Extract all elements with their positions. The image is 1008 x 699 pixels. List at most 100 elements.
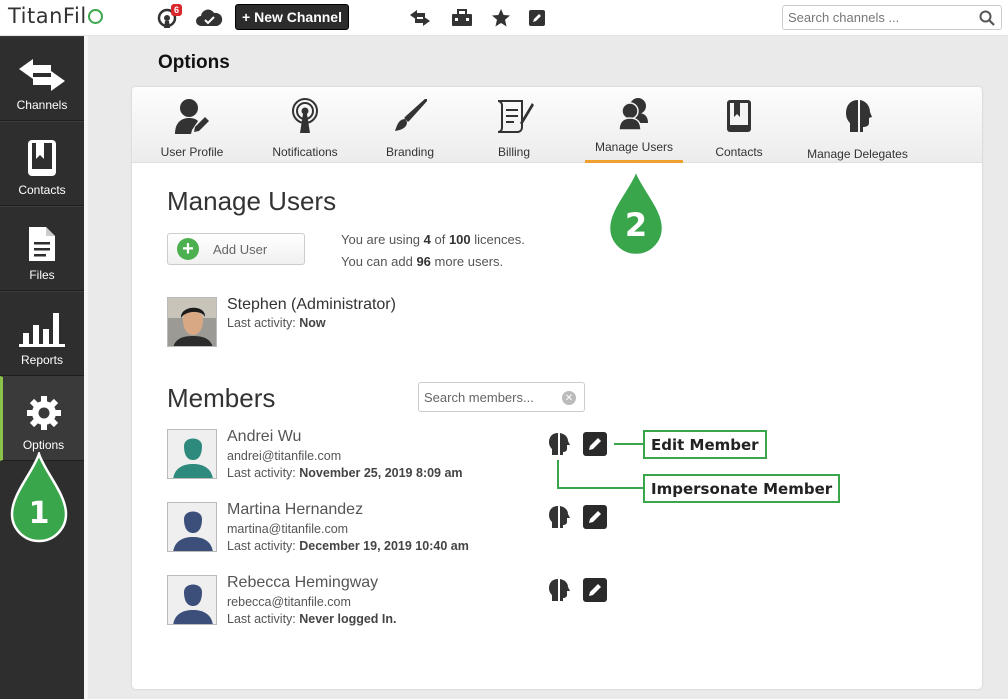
tab-label: Contacts xyxy=(715,145,763,159)
notification-badge: 6 xyxy=(170,4,182,16)
options-tabs: User Profile Notifications Branding Bill… xyxy=(132,87,982,163)
edit-square-icon xyxy=(529,10,545,26)
plus-icon: + xyxy=(177,238,199,260)
impersonate-member-callout: Impersonate Member xyxy=(643,474,841,503)
arrows-icon xyxy=(19,59,65,91)
edit-member-button[interactable] xyxy=(583,578,607,602)
logo-ring-icon xyxy=(87,9,103,24)
licence-remaining-text: You can add 96 more users. xyxy=(341,254,504,269)
tab-manage-delegates[interactable]: Manage Delegates xyxy=(800,87,915,163)
contacts-book-icon xyxy=(727,100,751,132)
member-email: rebecca@titanfile.com xyxy=(227,595,351,609)
users-icon xyxy=(618,97,648,131)
member-name: Rebecca Hemingway xyxy=(227,574,379,591)
sidebar-item-options[interactable]: Options xyxy=(0,376,84,461)
user-edit-icon xyxy=(175,99,209,134)
members-heading: Members xyxy=(167,383,276,413)
person-photo-icon xyxy=(168,298,216,346)
edit-member-button[interactable] xyxy=(583,432,607,456)
sidebar-item-contacts[interactable]: Contacts xyxy=(0,121,84,206)
compose-button[interactable] xyxy=(524,6,550,30)
search-icon[interactable] xyxy=(979,10,995,26)
tab-contacts[interactable]: Contacts xyxy=(704,87,774,163)
member-last-activity: Last activity: December 19, 2019 10:40 a… xyxy=(227,539,469,553)
top-bar: TitanFil 6 + New Channel xyxy=(0,0,1008,36)
cloud-sync-button[interactable] xyxy=(194,6,224,30)
search-channels-box xyxy=(782,5,1002,30)
toolbox-button[interactable] xyxy=(449,6,475,30)
page-title: Options xyxy=(158,52,230,73)
tab-branding[interactable]: Branding xyxy=(370,87,450,163)
sidebar-item-channels[interactable]: Channels xyxy=(0,36,84,121)
callout-connector xyxy=(557,460,559,489)
step-1-marker: 1 xyxy=(10,450,68,544)
favorites-button[interactable] xyxy=(488,6,514,30)
paintbrush-icon xyxy=(395,99,427,131)
step-2-marker: 2 xyxy=(607,166,665,258)
pencil-icon xyxy=(589,511,601,523)
person-silhouette-icon xyxy=(168,430,216,478)
contacts-book-icon xyxy=(28,140,56,176)
tab-label: Notifications xyxy=(272,145,338,159)
toolbox-icon xyxy=(452,9,472,26)
callout-connector xyxy=(614,443,644,445)
person-silhouette-icon xyxy=(168,503,216,551)
member-last-activity: Last activity: Never logged In. xyxy=(227,612,397,626)
member-name: Martina Hernandez xyxy=(227,501,364,518)
edit-member-button[interactable] xyxy=(583,505,607,529)
tab-label: User Profile xyxy=(160,145,224,159)
tab-billing[interactable]: Billing xyxy=(474,87,554,163)
member-name: Andrei Wu xyxy=(227,428,302,445)
impersonate-member-button[interactable] xyxy=(548,505,570,529)
options-card: User Profile Notifications Branding Bill… xyxy=(132,87,982,689)
callout-connector xyxy=(557,487,644,489)
add-user-button[interactable]: + Add User xyxy=(167,233,305,265)
cloud-check-icon xyxy=(196,9,223,26)
sidebar-item-files[interactable]: Files xyxy=(0,206,84,291)
bar-chart-icon xyxy=(19,313,65,347)
sidebar: Channels Contacts Files Reports Options xyxy=(0,36,84,699)
member-email: andrei@titanfile.com xyxy=(227,449,342,463)
sidebar-label: Files xyxy=(29,268,55,282)
step-2-number: 2 xyxy=(624,206,648,244)
tab-notifications[interactable]: Notifications xyxy=(260,87,350,163)
sidebar-label: Reports xyxy=(20,353,64,367)
sidebar-item-reports[interactable]: Reports xyxy=(0,291,84,376)
logo[interactable]: TitanFil xyxy=(8,4,103,28)
new-channel-button[interactable]: + New Channel xyxy=(235,4,349,30)
edit-member-callout: Edit Member xyxy=(643,430,767,459)
clear-search-icon[interactable]: ✕ xyxy=(562,391,576,405)
tab-label: Billing xyxy=(497,145,530,159)
add-user-label: Add User xyxy=(213,241,268,257)
person-silhouette-icon xyxy=(168,576,216,624)
pencil-icon xyxy=(589,438,601,450)
member-avatar xyxy=(167,575,217,625)
tab-label: Manage Users xyxy=(584,140,684,163)
star-icon xyxy=(492,9,510,27)
notifications-button[interactable]: 6 xyxy=(154,4,182,30)
search-members-box: ✕ xyxy=(418,382,585,412)
head-profile-icon xyxy=(845,100,872,132)
sidebar-label: Contacts xyxy=(18,183,66,197)
scroll-pen-icon xyxy=(497,100,534,133)
search-members-input[interactable] xyxy=(419,383,557,411)
admin-name: Stephen (Administrator) xyxy=(227,296,396,313)
impersonate-member-button[interactable] xyxy=(548,578,570,602)
tab-label: Manage Delegates xyxy=(807,147,908,161)
search-channels-input[interactable] xyxy=(783,6,973,29)
member-last-activity: Last activity: November 25, 2019 8:09 am xyxy=(227,466,463,480)
member-avatar xyxy=(167,429,217,479)
pencil-icon xyxy=(589,584,601,596)
transfer-button[interactable] xyxy=(407,6,433,30)
broadcast-icon xyxy=(292,98,318,133)
main-divider xyxy=(84,36,88,699)
licence-usage-text: You are using 4 of 100 licences. xyxy=(341,232,525,247)
impersonate-member-button[interactable] xyxy=(548,432,570,456)
transfer-arrows-icon xyxy=(410,10,430,26)
admin-last-activity: Last activity: Now xyxy=(227,316,326,330)
manage-users-heading: Manage Users xyxy=(167,186,337,216)
step-1-number: 1 xyxy=(28,496,50,531)
tab-manage-users[interactable]: Manage Users xyxy=(584,87,684,163)
tab-user-profile[interactable]: User Profile xyxy=(150,87,234,163)
admin-avatar xyxy=(167,297,217,347)
